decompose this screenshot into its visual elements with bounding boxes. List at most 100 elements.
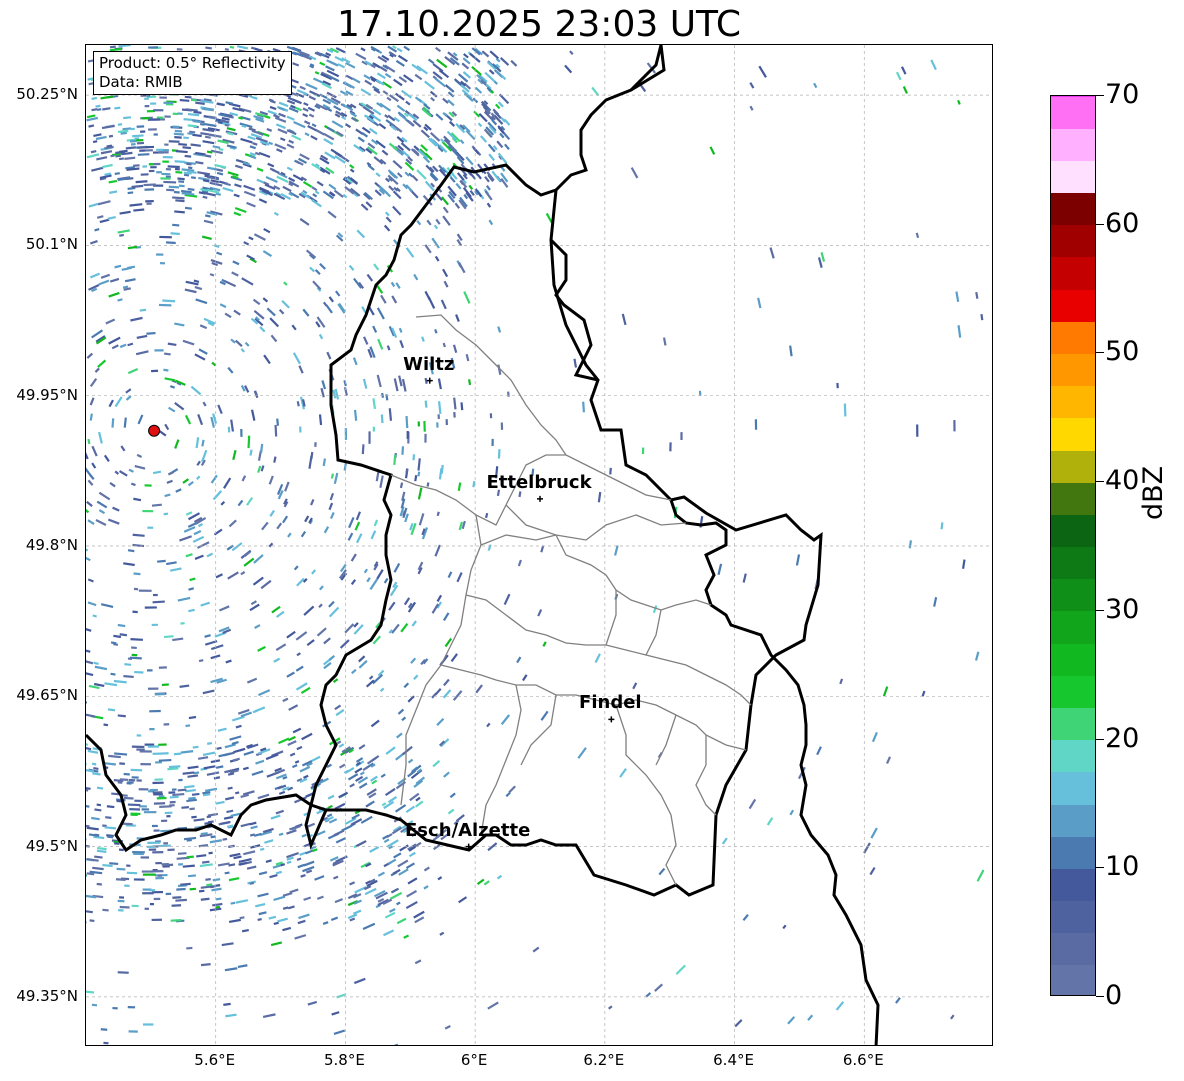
echo-pixel <box>167 848 175 852</box>
echo-pixel <box>163 723 170 726</box>
echo-pixel <box>186 946 193 950</box>
echo-pixel <box>976 869 985 882</box>
echo-pixel <box>259 847 265 851</box>
echo-pixel <box>144 188 155 191</box>
echo-pixel <box>401 745 413 756</box>
echo-pixel <box>212 878 221 882</box>
echo-pixel <box>114 752 128 756</box>
echo-pixel <box>228 918 241 924</box>
echo-pixel <box>103 454 110 463</box>
echo-pixel <box>748 798 757 810</box>
echo-pixel <box>281 299 290 309</box>
echo-pixel <box>136 141 145 145</box>
echo-pixel <box>234 791 240 795</box>
echo-pixel <box>184 206 192 210</box>
echo-pixel <box>132 134 144 138</box>
echo-pixel <box>124 156 136 160</box>
echo-pixel <box>252 142 258 146</box>
echo-pixel <box>86 746 92 751</box>
echo-pixel <box>133 878 145 881</box>
echo-pixel <box>314 71 320 75</box>
echo-pixel <box>328 600 335 608</box>
echo-pixel <box>908 540 913 549</box>
echo-pixel <box>288 704 299 711</box>
echo-pixel <box>452 344 458 354</box>
echo-pixel <box>442 612 450 622</box>
echo-pixel <box>96 803 102 807</box>
echo-pixel <box>171 788 177 791</box>
echo-pixel <box>213 528 223 536</box>
echo-pixel <box>445 419 448 426</box>
echo-pixel <box>203 219 214 225</box>
echo-pixel <box>98 491 111 501</box>
echo-pixel <box>311 569 317 575</box>
echo-pixel <box>286 860 292 865</box>
echo-pixel <box>369 578 379 590</box>
echo-pixel <box>178 778 183 782</box>
echo-pixel <box>296 652 301 657</box>
echo-pixel <box>86 785 91 790</box>
echo-pixel <box>359 771 365 776</box>
echo-pixel <box>246 201 256 208</box>
latitude-tick-label: 49.5°N <box>25 836 78 855</box>
echo-pixel <box>843 403 847 417</box>
longitude-tick-label: 6°E <box>460 1051 488 1069</box>
echo-pixel <box>239 747 246 752</box>
echo-pixel <box>203 115 209 119</box>
echo-pixel <box>391 623 400 634</box>
echo-pixel <box>429 90 438 98</box>
city-label: Ettelbruck <box>486 471 592 493</box>
echo-pixel <box>930 59 937 71</box>
echo-pixel <box>124 663 132 666</box>
echo-pixel <box>117 623 126 628</box>
echo-pixel <box>117 298 123 302</box>
colorbar-tick-label: 50 <box>1105 336 1140 368</box>
echo-pixel <box>180 621 185 625</box>
echo-pixel <box>202 195 208 199</box>
echo-pixel <box>282 906 289 910</box>
echo-pixel <box>263 227 271 234</box>
echo-pixel <box>149 727 155 731</box>
echo-pixel <box>250 95 258 100</box>
echo-pixel <box>88 202 99 208</box>
echo-pixel <box>109 277 120 283</box>
echo-pixel <box>149 889 156 892</box>
country-border-east <box>549 45 880 1045</box>
echo-pixel <box>276 148 283 153</box>
radar-site-marker <box>148 424 161 437</box>
echo-pixel <box>117 899 125 903</box>
echo-pixel <box>339 639 350 649</box>
echo-pixel <box>173 190 180 194</box>
latitude-tick-label: 49.35°N <box>16 986 78 1005</box>
echo-pixel <box>159 805 172 808</box>
echo-pixel <box>97 200 111 206</box>
echo-pixel <box>210 474 218 484</box>
echo-pixel <box>149 709 161 713</box>
echo-pixel <box>93 661 99 665</box>
echo-pixel <box>169 567 182 572</box>
echo-pixel <box>424 400 428 408</box>
echo-pixel <box>278 308 285 315</box>
echo-pixel <box>436 511 440 517</box>
echo-pixel <box>174 129 183 133</box>
echo-pixel <box>203 765 216 770</box>
echo-pixel <box>147 669 153 672</box>
echo-pixel <box>314 442 317 447</box>
echo-pixel <box>269 317 280 328</box>
echo-pixel <box>129 808 141 811</box>
echo-pixel <box>468 184 474 190</box>
echo-pixel <box>350 553 357 562</box>
echo-pixel <box>370 530 377 540</box>
city-label: Wiltz <box>403 353 455 375</box>
echo-pixel <box>174 160 186 164</box>
echo-pixel <box>114 264 122 269</box>
echo-pixel <box>274 143 287 150</box>
colorbar-segment <box>1051 675 1095 708</box>
echo-pixel <box>155 876 164 880</box>
echo-pixel <box>131 646 137 650</box>
echo-pixel <box>302 107 309 112</box>
echo-pixel <box>268 542 274 548</box>
echo-pixel <box>270 334 278 343</box>
echo-pixel <box>328 296 334 303</box>
echo-pixel <box>331 120 344 129</box>
